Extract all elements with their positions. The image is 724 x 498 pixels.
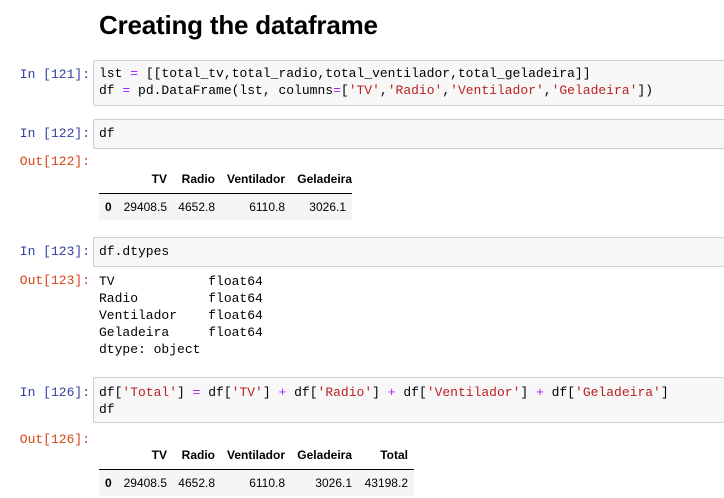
dtypes-output: TV float64 Radio float64 Ventilador floa… — [99, 274, 263, 357]
in-prompt-123: In [123]: — [19, 244, 90, 259]
code-123: df.dtypes — [99, 244, 170, 259]
in-prompt-126: In [126]: — [19, 385, 90, 400]
row-index: 0 — [99, 193, 113, 220]
column-header: TV — [113, 441, 167, 470]
column-header: Radio — [167, 441, 215, 470]
column-header: Ventilador — [215, 441, 285, 470]
table-cell: 3026.1 — [285, 193, 352, 220]
in-prompt-122: In [122]: — [19, 126, 90, 141]
table-cell: 43198.2 — [352, 469, 414, 496]
index-header — [99, 441, 113, 470]
table-cell: 3026.1 — [285, 469, 352, 496]
table-cell: 29408.5 — [113, 469, 167, 496]
column-header: TV — [113, 165, 167, 194]
table-cell: 4652.8 — [167, 469, 215, 496]
out-prompt-122: Out[122]: — [19, 154, 90, 169]
dataframe-output-122: TV Radio Ventilador Geladeira 0 29408.5 … — [99, 165, 352, 220]
column-header: Ventilador — [215, 165, 285, 194]
in-prompt-121: In [121]: — [19, 67, 90, 82]
table-row: 0 29408.5 4652.8 6110.8 3026.1 43198.2 — [99, 469, 414, 496]
column-header: Radio — [167, 165, 215, 194]
code-cell-122[interactable] — [93, 119, 724, 149]
row-index: 0 — [99, 469, 113, 496]
out-prompt-123: Out[123]: — [19, 273, 90, 288]
column-header: Geladeira — [285, 165, 352, 194]
table-row: 0 29408.5 4652.8 6110.8 3026.1 — [99, 193, 352, 220]
out-prompt-126: Out[126]: — [19, 432, 90, 447]
dataframe-output-126: TV Radio Ventilador Geladeira Total 0 29… — [99, 441, 414, 496]
code-cell-123[interactable] — [93, 237, 724, 267]
code-121: lst = [[total_tv,total_radio,total_venti… — [99, 66, 654, 98]
column-header: Geladeira — [285, 441, 352, 470]
code-126: df['Total'] = df['TV'] + df['Radio'] + d… — [99, 385, 669, 417]
table-cell: 29408.5 — [113, 193, 167, 220]
table-cell: 6110.8 — [215, 469, 285, 496]
table-cell: 6110.8 — [215, 193, 285, 220]
section-heading: Creating the dataframe — [99, 10, 378, 40]
code-122: df — [99, 126, 115, 141]
index-header — [99, 165, 113, 194]
column-header: Total — [352, 441, 414, 470]
table-cell: 4652.8 — [167, 193, 215, 220]
